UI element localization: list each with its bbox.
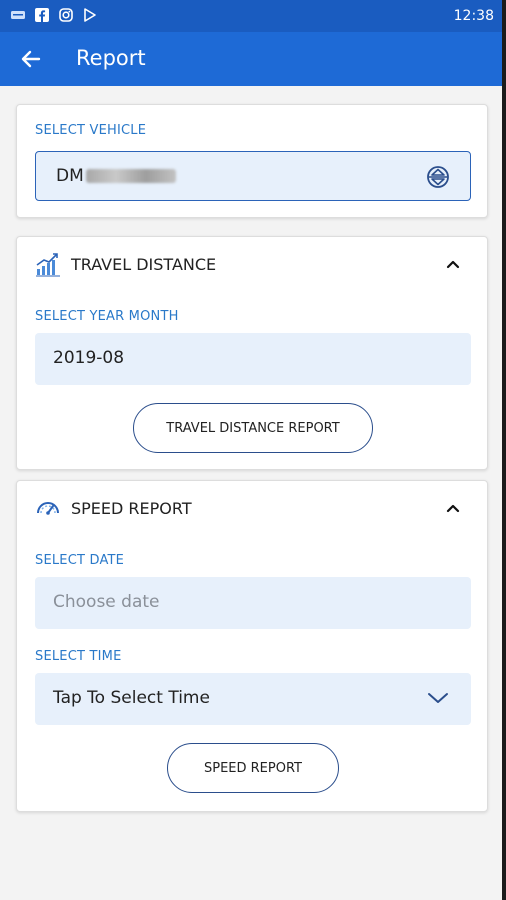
- chevron-down-icon[interactable]: [427, 691, 449, 705]
- chevron-up-icon[interactable]: [445, 257, 461, 269]
- travel-distance-card: TRAVEL DISTANCE SELECT YEAR MONTH 2019-0…: [16, 236, 488, 470]
- speed-report-card: SPEED REPORT SELECT DATE Choose date SEL…: [16, 480, 488, 812]
- play-store-icon: [82, 7, 98, 23]
- vehicle-value: DM: [56, 166, 176, 186]
- facebook-icon: [34, 7, 50, 23]
- time-select[interactable]: Tap To Select Time: [35, 673, 471, 725]
- travel-distance-report-button[interactable]: TRAVEL DISTANCE REPORT: [133, 403, 373, 453]
- travel-distance-title: TRAVEL DISTANCE: [71, 254, 217, 274]
- speed-report-title: SPEED REPORT: [71, 498, 192, 518]
- vehicle-card: SELECT VEHICLE DM: [16, 104, 488, 218]
- report-content: SELECT VEHICLE DM TRAVEL DISTANCE SELECT…: [0, 86, 506, 900]
- vehicle-value-prefix: DM: [56, 166, 84, 186]
- date-placeholder: Choose date: [53, 592, 160, 612]
- device-edge: [502, 0, 506, 900]
- notification-icons: [10, 7, 98, 23]
- vehicle-select[interactable]: DM: [35, 151, 471, 201]
- speed-report-header[interactable]: SPEED REPORT: [35, 495, 192, 521]
- time-value: Tap To Select Time: [53, 688, 210, 708]
- arrow-left-icon[interactable]: [18, 46, 44, 72]
- message-icon: [10, 7, 26, 23]
- app-bar: Report: [0, 32, 506, 86]
- year-month-field[interactable]: 2019-08: [35, 333, 471, 385]
- speedometer-icon: [35, 495, 61, 521]
- redacted-plate: [85, 169, 176, 183]
- clock: 12:38: [453, 8, 494, 24]
- bar-chart-icon: [35, 251, 61, 277]
- chevron-up-icon[interactable]: [445, 501, 461, 513]
- status-bar: 12:38: [0, 0, 506, 32]
- page-title: Report: [76, 46, 146, 70]
- select-vehicle-label: SELECT VEHICLE: [35, 123, 147, 138]
- select-date-label: SELECT DATE: [35, 553, 125, 568]
- select-year-month-label: SELECT YEAR MONTH: [35, 309, 179, 324]
- travel-distance-header[interactable]: TRAVEL DISTANCE: [35, 251, 216, 277]
- year-month-value: 2019-08: [53, 348, 125, 368]
- instagram-icon: [58, 7, 74, 23]
- date-field[interactable]: Choose date: [35, 577, 471, 629]
- up-down-spinner-icon[interactable]: [426, 165, 450, 189]
- select-time-label: SELECT TIME: [35, 649, 122, 664]
- speed-report-button[interactable]: SPEED REPORT: [167, 743, 339, 793]
